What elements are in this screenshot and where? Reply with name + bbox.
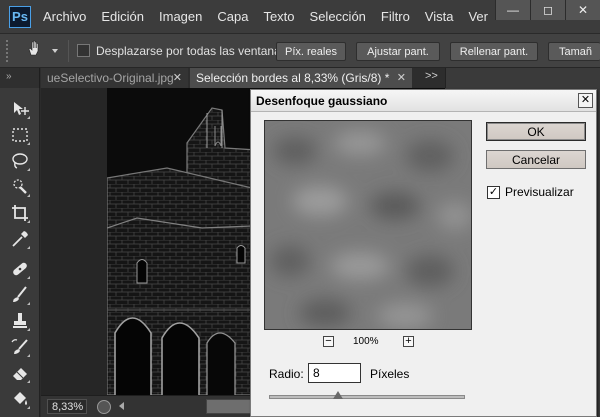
- preview-label: Previsualizar: [505, 185, 574, 199]
- fill-screen-button[interactable]: Rellenar pant.: [450, 42, 538, 61]
- menu-edicion[interactable]: Edición: [101, 9, 144, 24]
- menu-capa[interactable]: Capa: [217, 9, 248, 24]
- close-window-button[interactable]: ✕: [565, 0, 600, 20]
- scroll-left-icon[interactable]: [119, 402, 124, 410]
- brush-tool-icon[interactable]: [9, 284, 31, 306]
- preview-zoom-controls: − 100% +: [323, 336, 415, 350]
- tool-flyout-indicator: [27, 276, 30, 279]
- quick-selection-icon[interactable]: [9, 176, 31, 198]
- tool-flyout-indicator: [27, 246, 30, 249]
- tool-flyout-indicator: [27, 168, 30, 171]
- radius-input[interactable]: [308, 363, 361, 383]
- tab-label: ueSelectivo-Original.jpg: [47, 71, 174, 85]
- blur-preview[interactable]: [264, 120, 472, 330]
- crop-tool-icon[interactable]: [9, 202, 31, 224]
- toolbar-collapse-toggle[interactable]: »: [0, 68, 40, 88]
- document-info-icon[interactable]: [97, 400, 111, 414]
- tool-preset-dropdown-icon[interactable]: [52, 48, 58, 53]
- menu-vista[interactable]: Vista: [425, 9, 454, 24]
- tool-flyout-indicator: [27, 328, 30, 331]
- horizontal-scrollbar-thumb[interactable]: [206, 399, 251, 414]
- zoom-level-field[interactable]: 8,33%: [47, 399, 87, 414]
- tool-flyout-indicator: [27, 406, 30, 409]
- dialog-close-button[interactable]: ✕: [578, 93, 593, 108]
- print-size-button[interactable]: Tamañ: [548, 42, 600, 61]
- paint-bucket-icon[interactable]: [9, 388, 31, 410]
- tabs-overflow-icon[interactable]: >>: [425, 70, 438, 82]
- scroll-all-windows-checkbox[interactable]: [77, 44, 90, 57]
- minimize-button[interactable]: —: [495, 0, 530, 20]
- ok-button[interactable]: OK: [486, 122, 586, 141]
- tool-flyout-indicator: [27, 116, 30, 119]
- radius-label: Radio:: [269, 367, 304, 381]
- tab-original-document[interactable]: ueSelectivo-Original.jpg ✕: [41, 68, 188, 88]
- tab-label: Selección bordes al 8,33% (Gris/8) *: [196, 71, 390, 85]
- radius-slider-track[interactable]: [269, 395, 465, 399]
- dialog-title: Desenfoque gaussiano: [256, 94, 388, 108]
- tool-flyout-indicator: [27, 220, 30, 223]
- tool-flyout-indicator: [27, 142, 30, 145]
- tool-flyout-indicator: [27, 302, 30, 305]
- tool-flyout-indicator: [27, 194, 30, 197]
- tool-flyout-indicator: [27, 354, 30, 357]
- tab-active-document[interactable]: Selección bordes al 8,33% (Gris/8) * ✕: [190, 68, 412, 88]
- actual-pixels-button[interactable]: Píx. reales: [276, 42, 346, 61]
- close-tab-icon[interactable]: ✕: [397, 71, 406, 84]
- blurred-preview-image: [265, 121, 471, 329]
- lasso-tool-icon[interactable]: [9, 150, 31, 172]
- hand-tool-icon[interactable]: [26, 39, 44, 62]
- eyedropper-icon[interactable]: [9, 228, 31, 250]
- clone-stamp-icon[interactable]: [9, 310, 31, 332]
- restore-button[interactable]: ◻: [530, 0, 565, 20]
- fit-screen-button[interactable]: Ajustar pant.: [356, 42, 440, 61]
- marquee-tool-icon[interactable]: [9, 124, 31, 146]
- preview-zoom-label: 100%: [353, 336, 379, 347]
- window-controls: — ◻ ✕: [495, 0, 600, 20]
- menu-filtro[interactable]: Filtro: [381, 9, 410, 24]
- move-tool-icon[interactable]: [9, 98, 31, 120]
- zoom-out-button[interactable]: −: [323, 336, 334, 347]
- menu-bar: Ps Archivo Edición Imagen Capa Texto Sel…: [0, 0, 600, 34]
- tool-flyout-indicator: [27, 380, 30, 383]
- options-separator: [68, 39, 69, 62]
- preview-checkbox[interactable]: ✓: [487, 186, 500, 199]
- menu-texto[interactable]: Texto: [263, 9, 294, 24]
- scroll-all-windows-label: Desplazarse por todas las ventanas: [96, 43, 287, 58]
- eraser-icon[interactable]: [9, 362, 31, 384]
- photoshop-logo: Ps: [9, 5, 31, 28]
- history-brush-icon[interactable]: [9, 336, 31, 358]
- options-bar: Desplazarse por todas las ventanas Píx. …: [0, 34, 600, 68]
- gaussian-blur-dialog: Desenfoque gaussiano ✕ − 100% + OK Cance…: [250, 89, 597, 417]
- zoom-in-button[interactable]: +: [403, 336, 414, 347]
- healing-brush-icon[interactable]: [9, 258, 31, 280]
- menu-ventana[interactable]: Ver: [468, 9, 488, 24]
- cancel-button[interactable]: Cancelar: [486, 150, 586, 169]
- menu-seleccion[interactable]: Selección: [310, 9, 366, 24]
- menu-imagen[interactable]: Imagen: [159, 9, 202, 24]
- tools-panel: [0, 88, 40, 417]
- dialog-title-bar[interactable]: Desenfoque gaussiano ✕: [251, 90, 596, 112]
- radius-slider-thumb[interactable]: [332, 391, 343, 399]
- right-panel-header: [445, 68, 600, 88]
- radius-unit-label: Píxeles: [370, 367, 410, 381]
- close-tab-icon[interactable]: ✕: [173, 71, 182, 84]
- menu-archivo[interactable]: Archivo: [43, 9, 86, 24]
- options-grip[interactable]: [6, 39, 10, 62]
